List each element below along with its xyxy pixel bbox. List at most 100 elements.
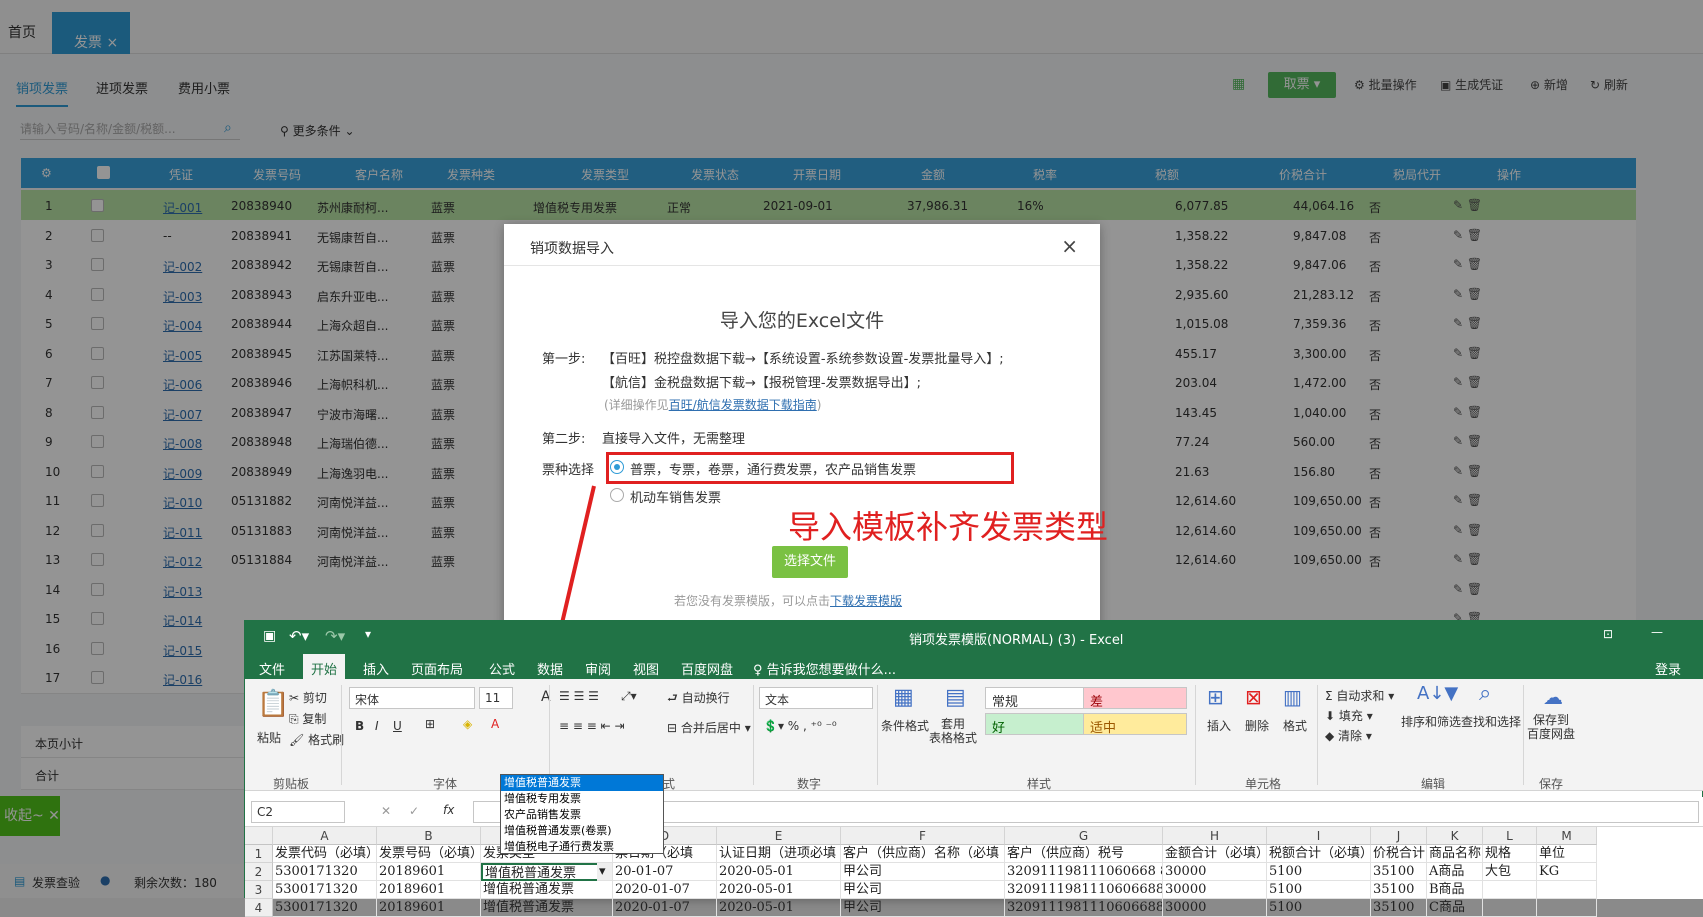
quick-access-icon[interactable]: ▾ <box>365 627 371 641</box>
border-icon[interactable]: ⊞ <box>425 717 435 731</box>
sheet-cell[interactable]: 2020-05-01 <box>717 863 841 881</box>
sheet-cell[interactable]: 2020-05-01 <box>717 881 841 899</box>
sheet-cell[interactable]: 增值税普通发票 <box>481 881 613 899</box>
sheet-cell[interactable]: B商品 <box>1427 881 1483 899</box>
function-icon[interactable]: fx <box>443 803 454 817</box>
bold-icon[interactable]: B <box>355 719 364 733</box>
sheet-cell[interactable]: 35100 <box>1371 881 1427 899</box>
redo-icon[interactable]: ↷▾ <box>325 627 345 645</box>
dropdown-option[interactable]: 增值税专用发票 <box>501 791 663 807</box>
row-header[interactable]: 4 <box>245 899 273 917</box>
italic-icon[interactable]: I <box>375 719 379 733</box>
merge-center-button[interactable]: ⊟ 合并后居中 ▾ <box>667 719 751 736</box>
sheet-cell[interactable]: 发票代码（必填） <box>273 845 377 863</box>
dropdown-option[interactable]: 农产品销售发票 <box>501 807 663 823</box>
menu-formula[interactable]: 公式 <box>489 659 515 678</box>
dropdown-option[interactable]: 增值税电子通行费发票 <box>501 839 663 855</box>
menu-layout[interactable]: 页面布局 <box>411 659 463 678</box>
sheet-cell[interactable]: 3209111981110606688 <box>1005 881 1163 899</box>
fill-color-icon[interactable]: ◈ <box>463 717 472 731</box>
copy-button[interactable]: ⎘ 复制 <box>289 710 326 727</box>
sheet-cell[interactable]: 30000 <box>1163 863 1267 881</box>
sheet-cell[interactable]: 30000 <box>1163 899 1267 917</box>
tell-me-input[interactable]: ♀ 告诉我您想要做什么... <box>753 659 896 678</box>
column-header[interactable]: M <box>1537 827 1597 845</box>
sheet-cell[interactable]: 客户（供应商）税号 <box>1005 845 1163 863</box>
spreadsheet-grid[interactable]: ABCDEFGHIJKLM1发票代码（必填）发票号码（必填）发票类型票日期（必填… <box>245 827 1703 917</box>
paste-button[interactable]: 粘贴 <box>257 729 281 746</box>
sheet-cell[interactable]: 35100 <box>1371 899 1427 917</box>
column-header[interactable]: K <box>1427 827 1483 845</box>
font-name-select[interactable]: 宋体 <box>349 687 475 709</box>
name-box[interactable]: C2 <box>251 801 345 823</box>
menu-insert[interactable]: 插入 <box>363 659 389 678</box>
insert-cells-button[interactable]: 插入 <box>1207 717 1231 734</box>
table-format-icon[interactable]: ▤ <box>945 685 966 710</box>
login-link[interactable]: 登录 <box>1655 659 1681 678</box>
sheet-cell[interactable]: 5100 <box>1267 863 1371 881</box>
sheet-cell[interactable]: 大包 <box>1483 863 1537 881</box>
sheet-cell[interactable]: 规格 <box>1483 845 1537 863</box>
cut-button[interactable]: ✂ 剪切 <box>289 689 327 706</box>
column-header[interactable]: B <box>377 827 481 845</box>
table-format-button[interactable]: 套用 表格格式 <box>929 717 977 745</box>
sheet-cell[interactable]: 甲公司 <box>841 899 1005 917</box>
sheet-cell[interactable]: C商品 <box>1427 899 1483 917</box>
minimize-icon[interactable]: — <box>1651 625 1663 639</box>
save-to-baidu-button[interactable]: 保存到 百度网盘 <box>1527 713 1575 741</box>
ribbon-display-icon[interactable]: ⊡ <box>1603 627 1613 641</box>
row-header[interactable]: 2 <box>245 863 273 881</box>
underline-icon[interactable]: U <box>393 719 402 733</box>
select-all-corner[interactable] <box>245 827 273 845</box>
sheet-cell[interactable]: 35100 <box>1371 863 1427 881</box>
menu-baidu[interactable]: 百度网盘 <box>681 659 733 678</box>
sheet-cell[interactable]: 5300171320 <box>273 881 377 899</box>
format-cells-icon[interactable]: ▥ <box>1283 685 1302 709</box>
menu-home[interactable]: 开始 <box>303 654 346 679</box>
confirm-icon[interactable]: ✓ <box>409 804 419 818</box>
sheet-cell[interactable]: A商品 <box>1427 863 1483 881</box>
sheet-cell[interactable]: 税额合计（必填） <box>1267 845 1371 863</box>
font-color-icon[interactable]: A <box>491 717 499 731</box>
column-header[interactable]: F <box>841 827 1005 845</box>
sheet-cell[interactable] <box>1537 881 1597 899</box>
row-header[interactable]: 3 <box>245 881 273 899</box>
sheet-cell[interactable]: 320911198111060668 8 <box>1005 863 1163 881</box>
sheet-cell[interactable]: 甲公司 <box>841 881 1005 899</box>
menu-file[interactable]: 文件 <box>259 659 285 678</box>
clear-button[interactable]: ◆ 清除 ▾ <box>1325 727 1372 744</box>
sheet-cell[interactable]: KG <box>1537 863 1597 881</box>
sheet-cell[interactable]: 20189601 <box>377 899 481 917</box>
sheet-cell[interactable]: 商品名称 <box>1427 845 1483 863</box>
style-good[interactable]: 好 <box>985 713 1089 736</box>
sheet-cell[interactable]: 发票号码（必填） <box>377 845 481 863</box>
sheet-cell[interactable]: 增值税普通发票 <box>481 899 613 917</box>
insert-cells-icon[interactable]: ⊞ <box>1207 685 1224 709</box>
column-header[interactable]: A <box>273 827 377 845</box>
dropdown-option[interactable]: 增值税普通发票(卷票) <box>501 823 663 839</box>
sheet-cell[interactable]: 2020-05-01 <box>717 899 841 917</box>
sheet-cell[interactable]: 20189601 <box>377 863 481 881</box>
sheet-cell[interactable] <box>1483 881 1537 899</box>
sort-filter-icon[interactable]: A↓▼ <box>1417 683 1458 704</box>
sheet-cell[interactable]: 单位 <box>1537 845 1597 863</box>
column-header[interactable]: E <box>717 827 841 845</box>
style-normal[interactable]: 常规 <box>985 687 1089 710</box>
cancel-icon[interactable]: ✕ <box>381 804 391 818</box>
menu-view[interactable]: 视图 <box>633 659 659 678</box>
number-format-select[interactable]: 文本 <box>759 687 873 709</box>
style-bad[interactable]: 差 <box>1083 687 1187 710</box>
delete-cells-icon[interactable]: ⊠ <box>1245 685 1262 709</box>
dropdown-arrow-icon[interactable]: ▾ <box>597 863 613 881</box>
sheet-cell[interactable]: 20-01-07 <box>613 863 717 881</box>
sheet-cell[interactable] <box>1483 899 1537 917</box>
sheet-cell[interactable] <box>1537 899 1597 917</box>
menu-data[interactable]: 数据 <box>537 659 563 678</box>
menu-review[interactable]: 审阅 <box>585 659 611 678</box>
invoice-type-dropdown[interactable]: 增值税普通发票 增值税专用发票 农产品销售发票 增值税普通发票(卷票) 增值税电子通行费… <box>500 774 664 854</box>
sort-filter-button[interactable]: 排序和筛选 <box>1401 713 1461 730</box>
sheet-cell[interactable]: 价税合计 <box>1371 845 1427 863</box>
baidu-cloud-icon[interactable]: ☁ <box>1543 685 1563 709</box>
sheet-cell[interactable]: 2020-01-07 <box>613 899 717 917</box>
fill-button[interactable]: ⬇ 填充 ▾ <box>1325 707 1373 724</box>
